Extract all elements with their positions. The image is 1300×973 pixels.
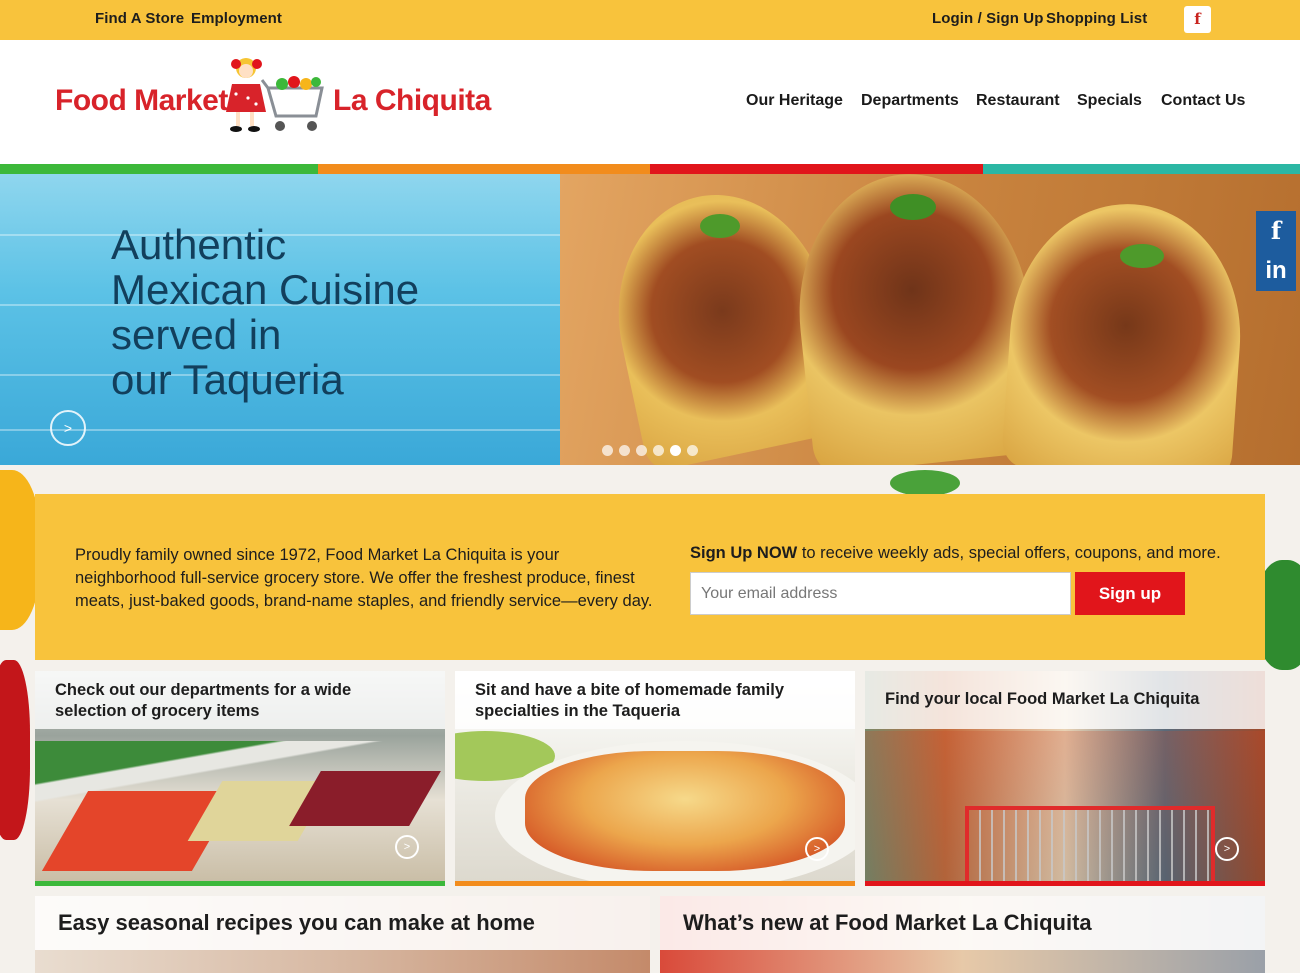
background-leaf	[890, 470, 960, 496]
slide-dot[interactable]	[602, 445, 613, 456]
login-signup-link[interactable]: Login / Sign Up	[932, 10, 1043, 27]
background-pepper-red	[0, 660, 30, 840]
signup-button[interactable]: Sign up	[1075, 572, 1185, 615]
hero-line-4: our Taqueria	[111, 357, 531, 402]
stripe-teal	[983, 164, 1300, 174]
find-store-link[interactable]: Find A Store	[95, 10, 184, 27]
card-accent-bar	[455, 881, 855, 886]
stripe-red	[650, 164, 983, 174]
signup-prompt: Sign Up NOW to receive weekly ads, speci…	[690, 544, 1250, 563]
hero-headline: Authentic Mexican Cuisine served in our …	[111, 222, 531, 402]
slide-dot[interactable]	[636, 445, 647, 456]
hero-next-arrow-icon[interactable]: >	[50, 410, 86, 446]
hero-line-2: Mexican Cuisine	[111, 266, 420, 313]
slide-indicators	[602, 443, 704, 461]
nav-item-restaurant[interactable]: Restaurant	[976, 92, 1060, 110]
card-caption: Find your local Food Market La Chiquita	[865, 671, 1265, 729]
card-taqueria[interactable]: Sit and have a bite of homemade family s…	[455, 671, 855, 886]
background-pepper-yellow	[0, 470, 40, 630]
top-utility-bar: Find A Store Employment Login / Sign Up …	[0, 0, 1300, 40]
signup-prompt-bold: Sign Up NOW	[690, 544, 798, 562]
email-input[interactable]	[690, 572, 1071, 615]
slide-dot[interactable]	[687, 445, 698, 456]
employment-link[interactable]: Employment	[191, 10, 282, 27]
facebook-icon[interactable]: f	[1184, 6, 1211, 33]
linkedin-share-icon[interactable]: in	[1256, 251, 1296, 291]
card-whats-new[interactable]: What’s new at Food Market La Chiquita	[660, 896, 1265, 973]
arrow-right-circle-icon[interactable]: >	[1215, 837, 1239, 861]
card-recipes[interactable]: Easy seasonal recipes you can make at ho…	[35, 896, 650, 973]
nav-item-departments[interactable]: Departments	[861, 92, 959, 110]
nav-item-contact-us[interactable]: Contact Us	[1161, 92, 1245, 110]
slide-dot[interactable]	[619, 445, 630, 456]
mascot-cart-logo-icon[interactable]	[224, 54, 328, 138]
card-caption: Easy seasonal recipes you can make at ho…	[35, 896, 650, 950]
card-departments[interactable]: Check out our departments for a wide sel…	[35, 671, 445, 886]
stripe-orange	[318, 164, 650, 174]
slide-dot[interactable]	[653, 445, 664, 456]
site-header: Food Market La Chiquita Our Heritage Dep…	[0, 40, 1300, 164]
arrow-right-circle-icon[interactable]: >	[395, 835, 419, 859]
card-caption: What’s new at Food Market La Chiquita	[660, 896, 1265, 950]
hero-line-4-emphasis: Taqueria	[182, 356, 344, 403]
shopping-list-link[interactable]: Shopping List	[1046, 10, 1147, 27]
hero-line-1: Authentic	[111, 221, 287, 268]
nav-item-our-heritage[interactable]: Our Heritage	[746, 92, 843, 110]
slide-dot-active[interactable]	[670, 445, 681, 456]
hero-line-4-prefix: our	[111, 356, 183, 403]
signup-prompt-rest: to receive weekly ads, special offers, c…	[797, 544, 1221, 562]
card-caption: Sit and have a bite of homemade family s…	[455, 671, 855, 729]
intro-band: Proudly family owned since 1972, Food Ma…	[35, 494, 1265, 660]
logo-text-la-chiquita[interactable]: La Chiquita	[333, 84, 491, 118]
stripe-green	[0, 164, 318, 174]
arrow-right-circle-icon[interactable]: >	[805, 837, 829, 861]
card-caption: Check out our departments for a wide sel…	[35, 671, 445, 729]
intro-paragraph: Proudly family owned since 1972, Food Ma…	[75, 546, 653, 610]
hero-line-3: served in	[111, 311, 282, 358]
card-store-locator[interactable]: Find your local Food Market La Chiquita …	[865, 671, 1265, 886]
facebook-share-icon[interactable]: f	[1256, 211, 1296, 251]
hero-tacos-image	[560, 174, 1300, 465]
card-accent-bar	[35, 881, 445, 886]
logo-text-food-market[interactable]: Food Market	[55, 84, 228, 118]
card-accent-bar	[865, 881, 1265, 886]
nav-item-specials[interactable]: Specials	[1077, 92, 1142, 110]
